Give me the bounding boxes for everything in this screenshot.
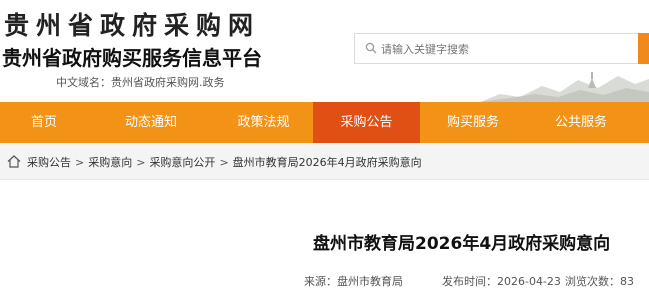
main-nav: 首页 动态通知 政策法规 采购公告 购买服务 公共服务 — [0, 102, 649, 143]
breadcrumb-item-intention[interactable]: 采购意向 — [88, 156, 132, 169]
article-views: 浏览次数：83 — [565, 275, 634, 288]
nav-item-procurement[interactable]: 采购公告 — [313, 102, 420, 143]
domain-label: 中文域名：贵州省政府采购网.政务 — [56, 76, 225, 89]
nav-item-home[interactable]: 首页 — [0, 102, 88, 143]
breadcrumb-item-intention-public[interactable]: 采购意向公开 — [149, 156, 215, 169]
nav-item-public-services[interactable]: 公共服务 — [526, 102, 636, 143]
article-source: 来源：盘州市教育局 — [304, 275, 403, 288]
breadcrumb-item-current: 盘州市教育局2026年4月政府采购意向 — [232, 156, 422, 169]
site-subtitle: 贵州省政府购买服务信息平台 — [2, 46, 262, 70]
mountain-landscape — [480, 72, 649, 102]
breadcrumb-separator: > — [219, 156, 229, 169]
site-logo[interactable]: 贵州省政府采购网 贵州省政府购买服务信息平台 中文域名：贵州省政府采购网.政务 — [0, 2, 290, 94]
breadcrumb-separator: > — [75, 156, 85, 169]
site-title: 贵州省政府采购网 — [4, 11, 261, 40]
nav-item-news[interactable]: 动态通知 — [88, 102, 214, 143]
article-title: 盘州市教育局2026年4月政府采购意向 — [313, 234, 611, 254]
breadcrumb-trail: 采购公告 > 采购意向 > 采购意向公开 > 盘州市教育局2026年4月政府采购意向 — [27, 154, 422, 170]
site-header: 贵州省政府采购网 贵州省政府购买服务信息平台 中文域名：贵州省政府采购网.政务 — [0, 0, 649, 102]
search-button[interactable] — [638, 33, 649, 64]
home-icon[interactable] — [7, 155, 21, 168]
nav-item-policy[interactable]: 政策法规 — [214, 102, 313, 143]
breadcrumb-separator: > — [136, 156, 146, 169]
breadcrumb-item-procurement[interactable]: 采购公告 — [27, 156, 71, 169]
search-box — [354, 33, 649, 64]
article-publish-time: 发布时间：2026-04-23 — [442, 275, 561, 288]
search-input[interactable] — [381, 39, 631, 59]
nav-item-purchase-services[interactable]: 购买服务 — [420, 102, 526, 143]
search-icon — [365, 42, 377, 54]
breadcrumb: 采购公告 > 采购意向 > 采购意向公开 > 盘州市教育局2026年4月政府采购意向 — [0, 143, 649, 180]
